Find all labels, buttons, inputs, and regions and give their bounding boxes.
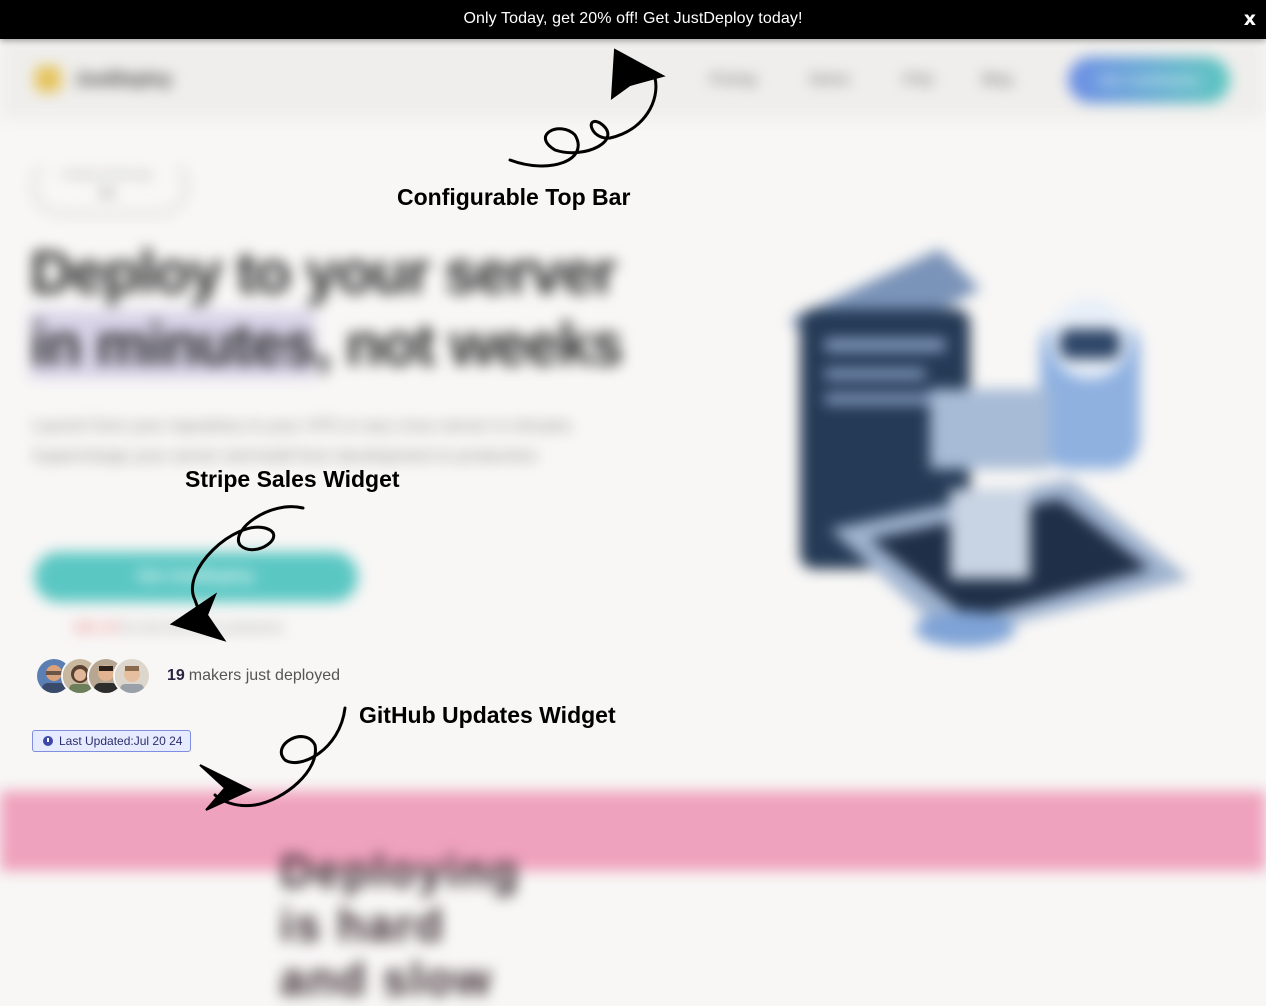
- annotation-stripe: Stripe Sales Widget: [185, 466, 400, 492]
- top-bar-message[interactable]: Only Today, get 20% off! Get JustDeploy …: [0, 10, 1266, 28]
- arrow-top-bar: [508, 76, 658, 168]
- annotation-arrows: [169, 48, 666, 811]
- close-icon[interactable]: x: [1244, 8, 1256, 30]
- top-bar: Only Today, get 20% off! Get JustDeploy …: [0, 0, 1266, 39]
- pink-heading: Deploying is hard and slow: [280, 845, 521, 1005]
- arrowhead-github: [199, 764, 253, 811]
- arrowhead-stripe: [169, 592, 227, 642]
- annotation-github: GitHub Updates Widget: [359, 702, 616, 728]
- annotation-top-bar: Configurable Top Bar: [397, 184, 631, 210]
